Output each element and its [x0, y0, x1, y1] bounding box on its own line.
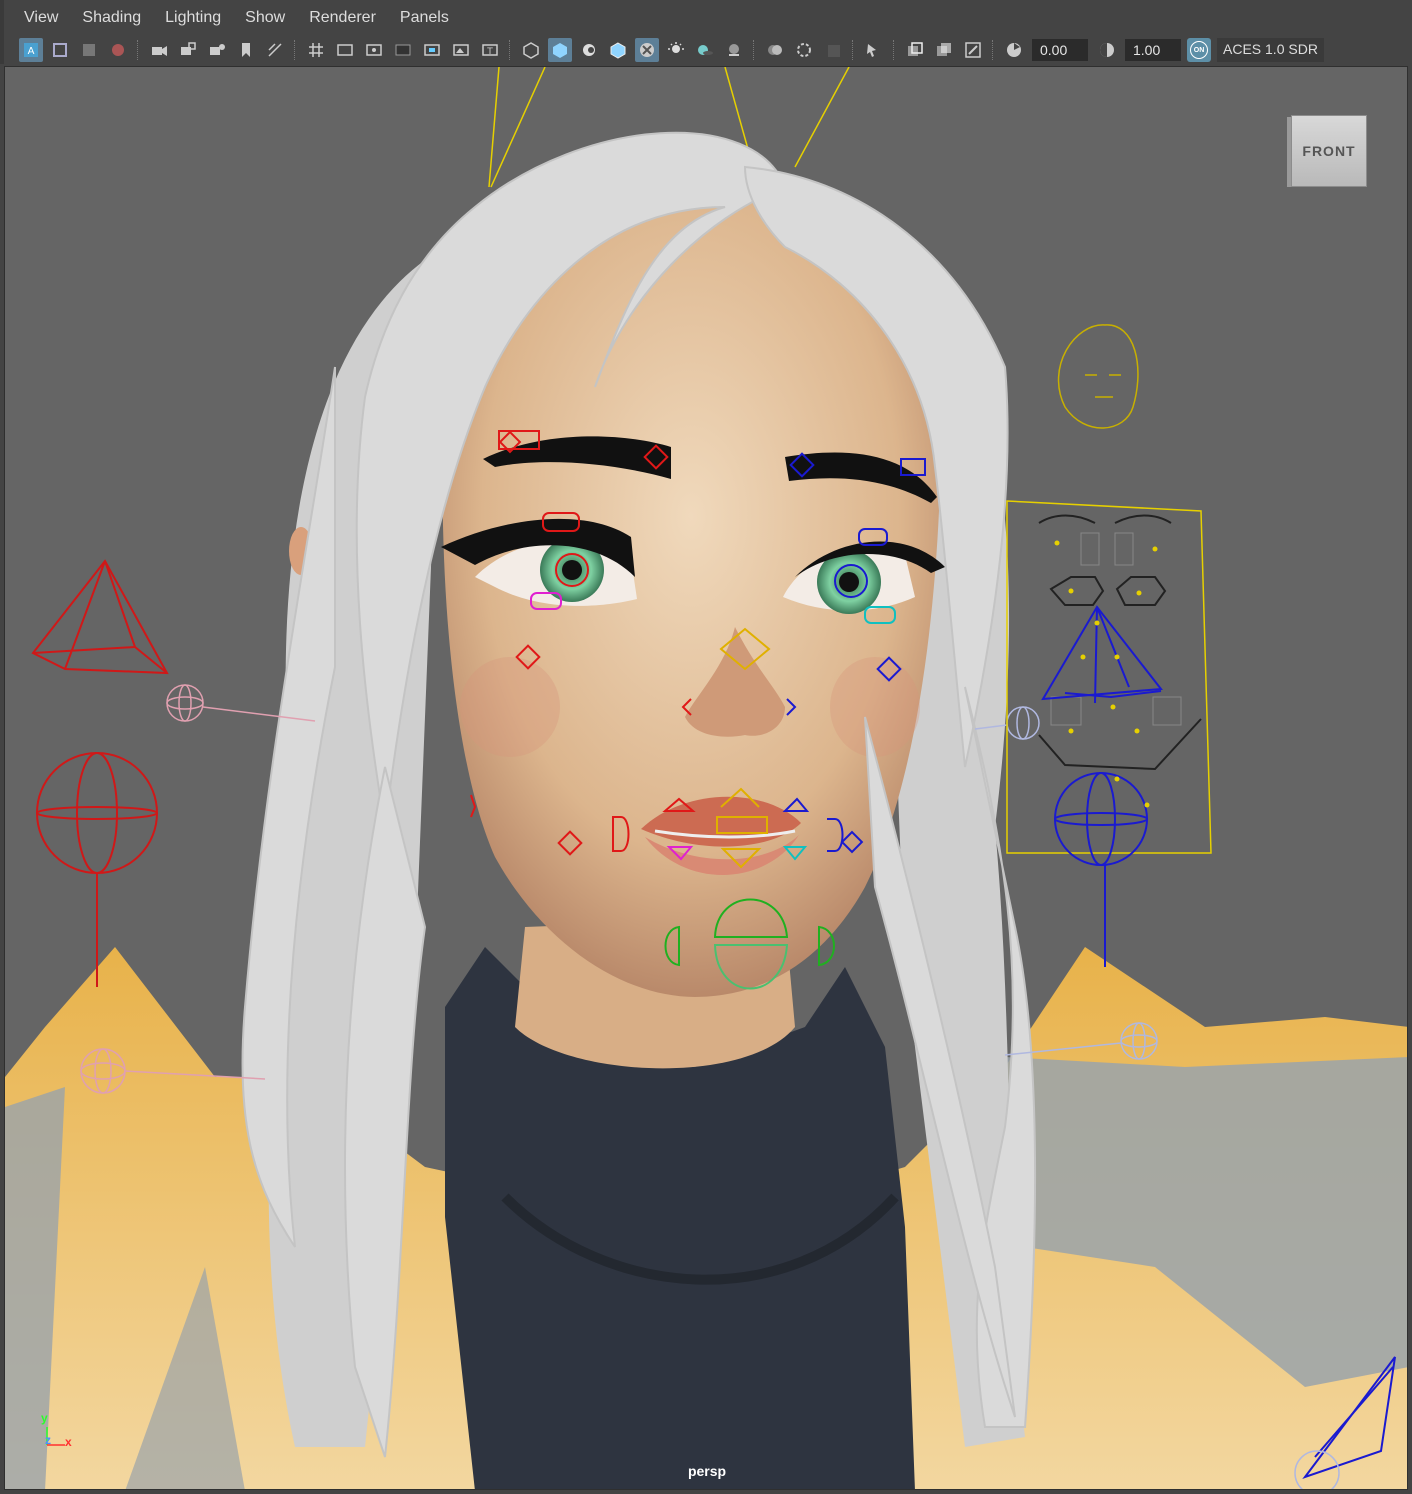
- axis-gizmo: y z x: [39, 1411, 79, 1453]
- xray-icon[interactable]: [903, 38, 927, 62]
- wireframe-on-shaded-icon[interactable]: [606, 38, 630, 62]
- safe-action-icon[interactable]: [449, 38, 473, 62]
- menu-show[interactable]: Show: [233, 9, 297, 27]
- toolbar-separator: [509, 40, 511, 60]
- bookmark-icon[interactable]: [234, 38, 258, 62]
- 2d-pan-zoom-icon[interactable]: [263, 38, 287, 62]
- smooth-shade-icon[interactable]: [547, 38, 572, 62]
- exposure-icon[interactable]: [1002, 38, 1026, 62]
- depth-of-field-icon[interactable]: [821, 38, 845, 62]
- view-transform-dropdown[interactable]: ACES 1.0 SDR: [1217, 38, 1324, 62]
- ik-pyramid-control[interactable]: [31, 559, 169, 675]
- image-plane-icon[interactable]: [77, 38, 101, 62]
- toolbar-separator: [137, 40, 139, 60]
- toolbar-separator: [992, 40, 994, 60]
- gate-mask-icon[interactable]: [391, 38, 415, 62]
- field-chart-icon[interactable]: [420, 38, 444, 62]
- viewport-toolbar: A T 0.00 1.00 ON ACES 1.0 SDR: [0, 36, 1412, 64]
- svg-text:A: A: [27, 46, 34, 57]
- motion-blur-icon[interactable]: [763, 38, 787, 62]
- textured-icon[interactable]: [634, 38, 659, 62]
- menu-view[interactable]: View: [12, 9, 70, 27]
- xray-joints-icon[interactable]: [932, 38, 956, 62]
- axis-z-label: z: [45, 1433, 51, 1447]
- menu-panels[interactable]: Panels: [388, 9, 461, 27]
- grease-pencil-icon[interactable]: [106, 38, 130, 62]
- default-material-icon[interactable]: [577, 38, 601, 62]
- view-cube[interactable]: FRONT: [1287, 113, 1367, 187]
- persp-viewport[interactable]: FRONT y z x persp: [4, 66, 1408, 1490]
- axis-y-label: y: [41, 1411, 48, 1425]
- view-cube-front-label[interactable]: FRONT: [1291, 115, 1367, 187]
- toolbar-separator: [893, 40, 895, 60]
- shadows-icon[interactable]: [693, 38, 717, 62]
- color-management-toggle[interactable]: ON: [1187, 38, 1211, 62]
- camera-name-label: persp: [687, 1463, 727, 1479]
- axis-x-label: x: [65, 1435, 72, 1449]
- lock-camera-icon[interactable]: [176, 38, 200, 62]
- screen-space-ao-icon[interactable]: [722, 38, 746, 62]
- use-all-lights-icon[interactable]: [664, 38, 688, 62]
- toolbar-separator: [753, 40, 755, 60]
- safe-title-icon[interactable]: T: [478, 38, 502, 62]
- character-scene: [5, 67, 1407, 1489]
- menu-lighting[interactable]: Lighting: [153, 9, 233, 27]
- gamma-icon[interactable]: [1095, 38, 1119, 62]
- camera-attributes-icon[interactable]: [48, 38, 72, 62]
- select-camera-icon[interactable]: A: [18, 38, 43, 62]
- ik-sphere-control[interactable]: [36, 752, 158, 987]
- anti-aliasing-icon[interactable]: [792, 38, 816, 62]
- wireframe-icon[interactable]: [519, 38, 543, 62]
- menu-bar: View Shading Lighting Show Renderer Panels: [0, 0, 1412, 36]
- gamma-field[interactable]: 1.00: [1125, 39, 1181, 61]
- toolbar-separator: [852, 40, 854, 60]
- menu-renderer[interactable]: Renderer: [297, 9, 388, 27]
- face-gui-panel[interactable]: [1006, 324, 1212, 967]
- film-gate-icon[interactable]: [333, 38, 357, 62]
- exposure-field[interactable]: 0.00: [1032, 39, 1088, 61]
- resolution-gate-icon[interactable]: [362, 38, 386, 62]
- camera-icon[interactable]: [147, 38, 171, 62]
- svg-text:T: T: [486, 47, 493, 57]
- isolate-select-icon[interactable]: [862, 38, 886, 62]
- grid-icon[interactable]: [304, 38, 328, 62]
- camera-settings-icon[interactable]: [205, 38, 229, 62]
- menu-shading[interactable]: Shading: [70, 9, 153, 27]
- toolbar-separator: [294, 40, 296, 60]
- color-management-on-label: ON: [1190, 41, 1208, 59]
- xray-components-icon[interactable]: [961, 38, 985, 62]
